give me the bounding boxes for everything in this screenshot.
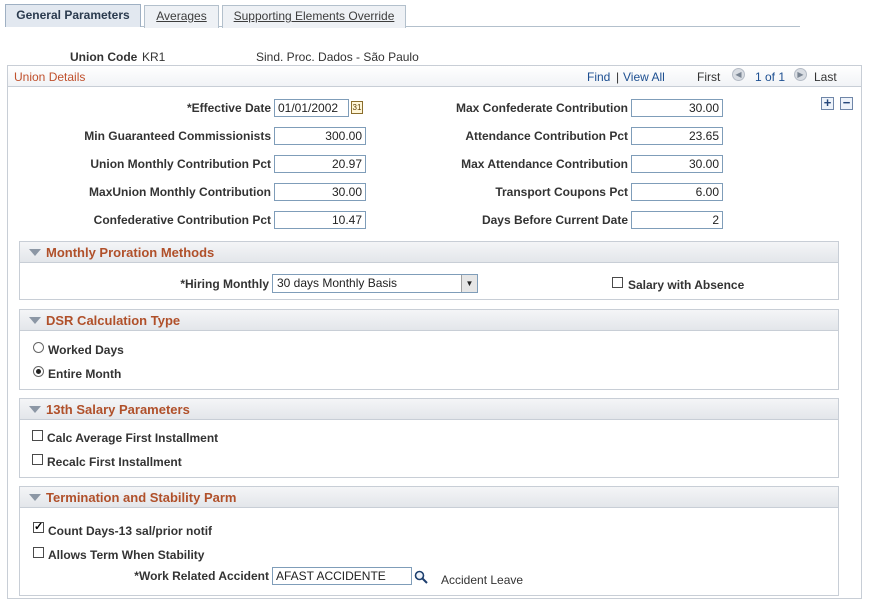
recalc-first-installment-label: Recalc First Installment <box>47 455 182 469</box>
dsr-title: DSR Calculation Type <box>46 313 181 328</box>
salary13-header[interactable]: 13th Salary Parameters <box>20 399 838 420</box>
delete-row-icon[interactable]: − <box>840 96 853 110</box>
max-attendance-contribution-field[interactable]: 30.00 <box>631 155 723 173</box>
collapse-triangle-icon[interactable] <box>29 494 41 501</box>
find-link[interactable]: Find <box>587 70 610 84</box>
worked-days-radio[interactable] <box>33 342 44 353</box>
allows-term-when-stability-checkbox[interactable] <box>33 547 44 558</box>
attendance-contribution-pct-label: Attendance Contribution Pct <box>465 129 628 143</box>
transport-coupons-pct-label: Transport Coupons Pct <box>495 185 628 199</box>
add-row-icon[interactable]: + <box>821 96 834 110</box>
dsr-section: DSR Calculation Type <box>19 309 839 390</box>
last-label: Last <box>814 70 837 84</box>
attendance-contribution-pct-field[interactable]: 23.65 <box>631 127 723 145</box>
monthly-proration-title: Monthly Proration Methods <box>46 245 215 260</box>
max-union-monthly-contribution-field[interactable]: 30.00 <box>274 183 366 201</box>
hiring-monthly-value: 30 days Monthly Basis <box>277 276 398 290</box>
days-before-current-date-label: Days Before Current Date <box>481 213 628 227</box>
union-monthly-contribution-pct-label: Union Monthly Contribution Pct <box>90 157 271 171</box>
union-name: Sind. Proc. Dados - São Paulo <box>256 50 419 64</box>
collapse-triangle-icon[interactable] <box>29 406 41 413</box>
row-range-text: 1 of 1 <box>755 70 786 84</box>
collapse-triangle-icon[interactable] <box>29 249 41 256</box>
calc-average-first-installment-checkbox[interactable] <box>32 430 43 441</box>
radio-selected-dot <box>36 369 41 374</box>
hiring-monthly-label: *Hiring Monthly <box>180 277 269 291</box>
effective-date-field[interactable]: 01/01/2002 <box>274 99 349 117</box>
days-before-current-date-field[interactable]: 2 <box>631 211 723 229</box>
dsr-header[interactable]: DSR Calculation Type <box>20 310 838 331</box>
max-confederate-contribution-label: Max Confederate Contribution <box>455 101 628 115</box>
calendar-icon[interactable]: 31 <box>351 101 363 114</box>
salary-with-absence-checkbox[interactable] <box>612 277 623 288</box>
previous-row-icon[interactable]: ◀ <box>732 68 745 81</box>
tab-supporting-elements-override[interactable]: Supporting Elements Override <box>222 5 406 28</box>
max-union-monthly-contribution-label: MaxUnion Monthly Contribution <box>89 185 271 199</box>
count-days-label: Count Days-13 sal/prior notif <box>48 524 213 538</box>
monthly-proration-header[interactable]: Monthly Proration Methods <box>20 242 838 263</box>
termination-header[interactable]: Termination and Stability Parm <box>20 487 838 508</box>
tab-averages-label: Averages <box>156 9 207 23</box>
max-attendance-contribution-label: Max Attendance Contribution <box>461 157 628 171</box>
tab-supporting-label: Supporting Elements Override <box>233 9 395 23</box>
tab-general-parameters[interactable]: General Parameters <box>5 4 141 27</box>
collapse-triangle-icon[interactable] <box>29 317 41 324</box>
count-days-checkbox[interactable]: ✓ <box>33 522 44 533</box>
view-all-link[interactable]: View All <box>623 70 665 84</box>
max-confederate-contribution-field[interactable]: 30.00 <box>631 99 723 117</box>
work-related-accident-field[interactable]: AFAST ACCIDENTE <box>272 567 412 585</box>
transport-coupons-pct-field[interactable]: 6.00 <box>631 183 723 201</box>
worked-days-label: Worked Days <box>48 343 124 357</box>
recalc-first-installment-checkbox[interactable] <box>32 454 43 465</box>
work-related-accident-label: *Work Related Accident <box>134 569 269 583</box>
confederative-contribution-pct-label: Confederative Contribution Pct <box>93 213 271 227</box>
salary-with-absence-label: Salary with Absence <box>628 278 745 292</box>
nav-separator: | <box>616 70 620 84</box>
union-code-label: Union Code <box>70 50 138 64</box>
union-monthly-contribution-pct-field[interactable]: 20.97 <box>274 155 366 173</box>
termination-title: Termination and Stability Parm <box>46 490 237 505</box>
lookup-magnifier-icon[interactable] <box>414 570 428 584</box>
union-details-title: Union Details <box>14 70 86 84</box>
min-guaranteed-commissionists-field[interactable]: 300.00 <box>274 127 366 145</box>
chevron-down-icon[interactable]: ▼ <box>461 275 477 292</box>
allows-term-when-stability-label: Allows Term When Stability <box>48 548 205 562</box>
entire-month-label: Entire Month <box>48 367 122 381</box>
confederative-contribution-pct-field[interactable]: 10.47 <box>274 211 366 229</box>
salary13-title: 13th Salary Parameters <box>46 402 190 417</box>
min-guaranteed-commissionists-label: Min Guaranteed Commissionists <box>84 129 271 143</box>
tab-averages[interactable]: Averages <box>144 5 219 28</box>
next-row-icon[interactable]: ▶ <box>794 68 807 81</box>
effective-date-label: *Effective Date <box>186 101 271 115</box>
first-label: First <box>697 70 721 84</box>
calc-average-first-installment-label: Calc Average First Installment <box>47 431 219 445</box>
union-code-value: KR1 <box>142 50 166 64</box>
hiring-monthly-select[interactable]: 30 days Monthly Basis ▼ <box>272 274 478 293</box>
accident-description: Accident Leave <box>441 573 524 587</box>
entire-month-radio[interactable] <box>33 366 44 377</box>
